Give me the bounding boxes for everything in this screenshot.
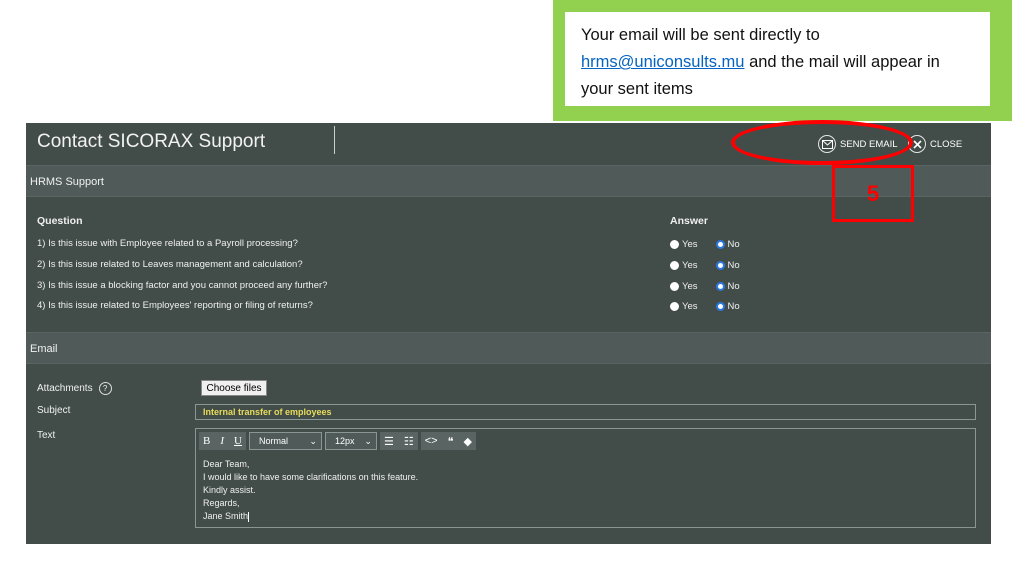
- bold-button[interactable]: B: [203, 435, 210, 447]
- rich-text-editor[interactable]: B I U Normal ⌄ 12px ⌄ ☰ ☷ <> ❝ ◆ Dear Te…: [195, 428, 976, 528]
- radio-no[interactable]: [715, 240, 725, 249]
- email-section-header: Email: [26, 332, 991, 364]
- support-email-link[interactable]: hrms@uniconsults.mu: [581, 53, 744, 71]
- answer-1-radio-group: Yes No: [670, 239, 740, 250]
- body-line-last: Jane Smith: [203, 510, 418, 523]
- callout-line-prefix: Your email will be sent directly to: [581, 26, 820, 44]
- radio-no-label: No: [727, 301, 740, 312]
- question-2: 2) Is this issue related to Leaves manag…: [37, 259, 303, 270]
- title-divider: [334, 126, 335, 154]
- help-icon[interactable]: ?: [98, 382, 112, 395]
- answer-4-radio-group: Yes No: [670, 301, 740, 312]
- radio-yes[interactable]: [670, 302, 679, 311]
- dialog-title: Contact SICORAX Support: [37, 131, 266, 152]
- radio-yes[interactable]: [670, 261, 679, 270]
- radio-yes-label: Yes: [682, 260, 698, 271]
- answer-2-radio-group: Yes No: [670, 260, 740, 271]
- font-size-value: 12px: [334, 436, 355, 446]
- editor-content: Dear Team, I would like to have some cla…: [203, 458, 418, 523]
- step-number-box: 5: [832, 165, 914, 222]
- choose-files-button[interactable]: Choose files: [201, 380, 267, 396]
- radio-no[interactable]: [715, 302, 725, 311]
- text-label: Text: [37, 430, 56, 441]
- editor-toolbar: B I U Normal ⌄ 12px ⌄ ☰ ☷ <> ❝ ◆: [199, 432, 476, 450]
- body-line: Regards,: [203, 498, 240, 508]
- ordered-list-icon[interactable]: ☰: [384, 435, 394, 448]
- italic-button[interactable]: I: [220, 435, 224, 447]
- paragraph-format-select[interactable]: Normal ⌄: [248, 432, 322, 450]
- body-line: I would like to have some clarifications…: [203, 472, 419, 482]
- text-caret: [248, 511, 250, 522]
- radio-yes-label: Yes: [682, 281, 698, 292]
- signature-name: Jane Smith: [203, 511, 249, 521]
- attachments-label: Attachments?: [37, 382, 112, 395]
- eraser-icon[interactable]: ◆: [464, 435, 472, 448]
- radio-no-label: No: [727, 281, 740, 292]
- insert-group: <> ❝ ◆: [420, 432, 476, 450]
- chevron-down-icon: ⌄: [364, 435, 372, 446]
- question-4: 4) Is this issue related to Employees' r…: [37, 300, 313, 311]
- paragraph-format-value: Normal: [258, 436, 288, 446]
- close-label: CLOSE: [930, 138, 963, 150]
- chevron-down-icon: ⌄: [309, 435, 317, 446]
- subject-input[interactable]: Internal transfer of employees: [195, 404, 976, 420]
- body-line: Kindly assist.: [203, 485, 256, 495]
- list-group: ☰ ☷: [379, 432, 418, 450]
- radio-yes[interactable]: [670, 282, 679, 291]
- radio-no-label: No: [727, 260, 740, 271]
- question-1: 1) Is this issue with Employee related t…: [37, 238, 298, 249]
- body-line: Dear Team,: [203, 459, 250, 469]
- radio-no[interactable]: [715, 282, 725, 291]
- highlight-oval: [731, 120, 913, 165]
- attachments-label-text: Attachments: [37, 383, 93, 395]
- radio-yes-label: Yes: [682, 301, 698, 312]
- answer-column-header: Answer: [670, 215, 708, 227]
- instruction-callout: Your email will be sent directly to hrms…: [553, 0, 1012, 121]
- font-size-select[interactable]: 12px ⌄: [324, 432, 377, 450]
- quote-icon[interactable]: ❝: [448, 435, 454, 448]
- callout-text: Your email will be sent directly to hrms…: [565, 12, 990, 106]
- underline-button[interactable]: U: [234, 435, 242, 447]
- radio-yes-label: Yes: [682, 239, 698, 250]
- radio-yes[interactable]: [670, 240, 679, 249]
- bullet-list-icon[interactable]: ☷: [404, 435, 414, 448]
- question-3: 3) Is this issue a blocking factor and y…: [37, 280, 328, 291]
- question-column-header: Question: [37, 215, 83, 227]
- subject-label: Subject: [37, 405, 71, 416]
- answer-3-radio-group: Yes No: [670, 281, 740, 292]
- close-button[interactable]: CLOSE: [908, 133, 962, 155]
- text-style-group: B I U: [199, 432, 246, 450]
- radio-no[interactable]: [715, 261, 725, 270]
- radio-no-label: No: [727, 239, 740, 250]
- code-icon[interactable]: <>: [425, 435, 438, 447]
